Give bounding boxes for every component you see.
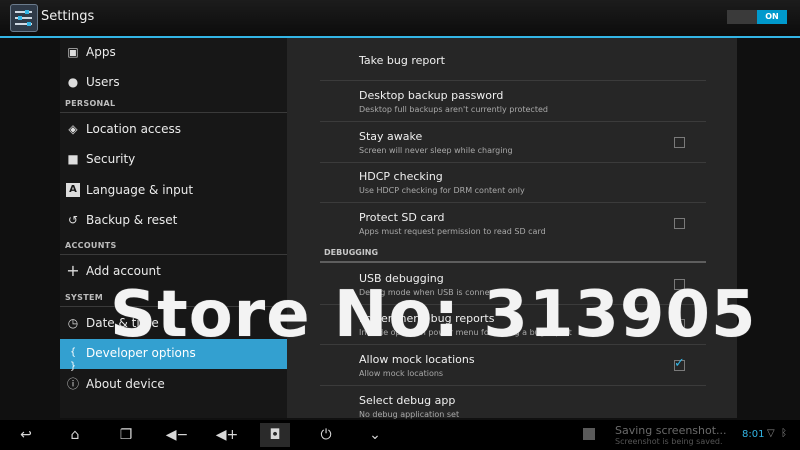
pref-desktop-backup-password[interactable]: Desktop backup password Desktop full bac… (320, 81, 706, 122)
header-item-label: Users (86, 75, 120, 89)
volume-down-icon[interactable]: ◀− (162, 423, 192, 447)
header-item-location[interactable]: ◈ Location access (60, 115, 287, 145)
image-icon (583, 428, 595, 440)
header-item-label: Apps (86, 45, 116, 59)
back-icon[interactable]: ↩ (11, 423, 41, 447)
protect-sd-card-checkbox[interactable] (674, 218, 685, 229)
divider (60, 254, 287, 255)
restore-icon: ↺ (67, 213, 79, 227)
pref-summary: Allow mock locations (359, 369, 444, 378)
header-item-label: Language & input (86, 183, 194, 197)
header-item-language[interactable]: A Language & input (60, 176, 287, 206)
settings-header-list: ▣ Apps ● Users PERSONAL ◈ Location acces… (60, 38, 287, 418)
bluetooth-icon: ᛒ (781, 428, 787, 439)
pref-take-bug-report[interactable]: Take bug report (320, 40, 706, 81)
app-title: Settings (41, 9, 95, 24)
pref-title: Select debug app (359, 394, 456, 407)
pref-title: Stay awake (359, 130, 423, 143)
header-item-label: Security (86, 152, 136, 166)
status-clock[interactable]: 8:01 (742, 429, 764, 440)
pref-summary: No debug application set (359, 410, 460, 419)
settings-sliders-icon[interactable] (10, 4, 38, 32)
location-icon: ◈ (68, 122, 78, 136)
lock-icon: ■ (67, 152, 79, 166)
section-header-accounts: ACCOUNTS (65, 241, 117, 250)
pref-title: Allow mock locations (359, 353, 475, 366)
notification-title: Saving screenshot... (615, 424, 727, 437)
recent-apps-icon[interactable]: ❐ (111, 423, 141, 447)
action-bar: Settings ON (0, 0, 800, 38)
navigation-bar: ↩ ⌂ ❐ ◀− ◀+ ◘ ⏻ ⌄ Saving screenshot... S… (0, 420, 800, 450)
toggle-on-label: ON (757, 10, 787, 24)
section-header-system: SYSTEM (65, 293, 103, 302)
language-icon: A (66, 183, 80, 197)
pref-protect-sd-card[interactable]: Protect SD card Apps must request permis… (320, 203, 706, 243)
header-item-label: Location access (86, 122, 182, 136)
pref-title: HDCP checking (359, 170, 443, 183)
wifi-icon: ▽ (767, 428, 775, 439)
collapse-icon[interactable]: ⌄ (360, 423, 390, 447)
pref-stay-awake[interactable]: Stay awake Screen will never sleep while… (320, 122, 706, 163)
pref-hdcp-checking[interactable]: HDCP checking Use HDCP checking for DRM … (320, 162, 706, 203)
developer-options-toggle[interactable]: ON (727, 10, 787, 24)
header-item-backup[interactable]: ↺ Backup & reset (60, 206, 287, 236)
braces-icon: { } (69, 347, 77, 372)
divider (60, 112, 287, 113)
header-item-users[interactable]: ● Users (60, 68, 287, 98)
stay-awake-checkbox[interactable] (674, 137, 685, 148)
pref-title: Take bug report (359, 54, 445, 67)
home-icon[interactable]: ⌂ (60, 423, 90, 447)
store-watermark: Store No: 313905 (110, 278, 757, 352)
allow-mock-locations-checkbox[interactable] (674, 356, 685, 371)
divider (320, 261, 706, 263)
pref-summary: Screen will never sleep while charging (359, 146, 513, 155)
pref-summary: Use HDCP checking for DRM content only (359, 186, 525, 195)
apps-icon: ▣ (67, 45, 79, 59)
screenshot-icon[interactable]: ◘ (260, 423, 290, 447)
volume-up-icon[interactable]: ◀+ (212, 423, 242, 447)
section-header-debugging: DEBUGGING (324, 248, 379, 257)
pref-summary: Desktop full backups aren't currently pr… (359, 105, 548, 114)
notification-text: Screenshot is being saved. (615, 437, 723, 446)
section-header-personal: PERSONAL (65, 99, 116, 108)
pref-summary: Apps must request permission to read SD … (359, 227, 546, 236)
header-item-about[interactable]: ⓘ About device (60, 370, 287, 400)
header-item-apps[interactable]: ▣ Apps (60, 38, 287, 68)
header-item-label: Backup & reset (86, 213, 178, 227)
pref-title: Desktop backup password (359, 89, 504, 102)
pref-title: Protect SD card (359, 211, 445, 224)
developer-options-panel: Take bug report Desktop backup password … (287, 38, 737, 419)
plus-icon: + (66, 261, 80, 280)
power-icon[interactable]: ⏻ (311, 423, 341, 447)
header-item-label: About device (86, 377, 165, 391)
user-icon: ● (67, 75, 79, 89)
header-item-label: Add account (86, 264, 161, 278)
info-icon: ⓘ (66, 377, 79, 391)
header-item-security[interactable]: ■ Security (60, 145, 287, 175)
clock-icon: ◷ (67, 316, 79, 330)
